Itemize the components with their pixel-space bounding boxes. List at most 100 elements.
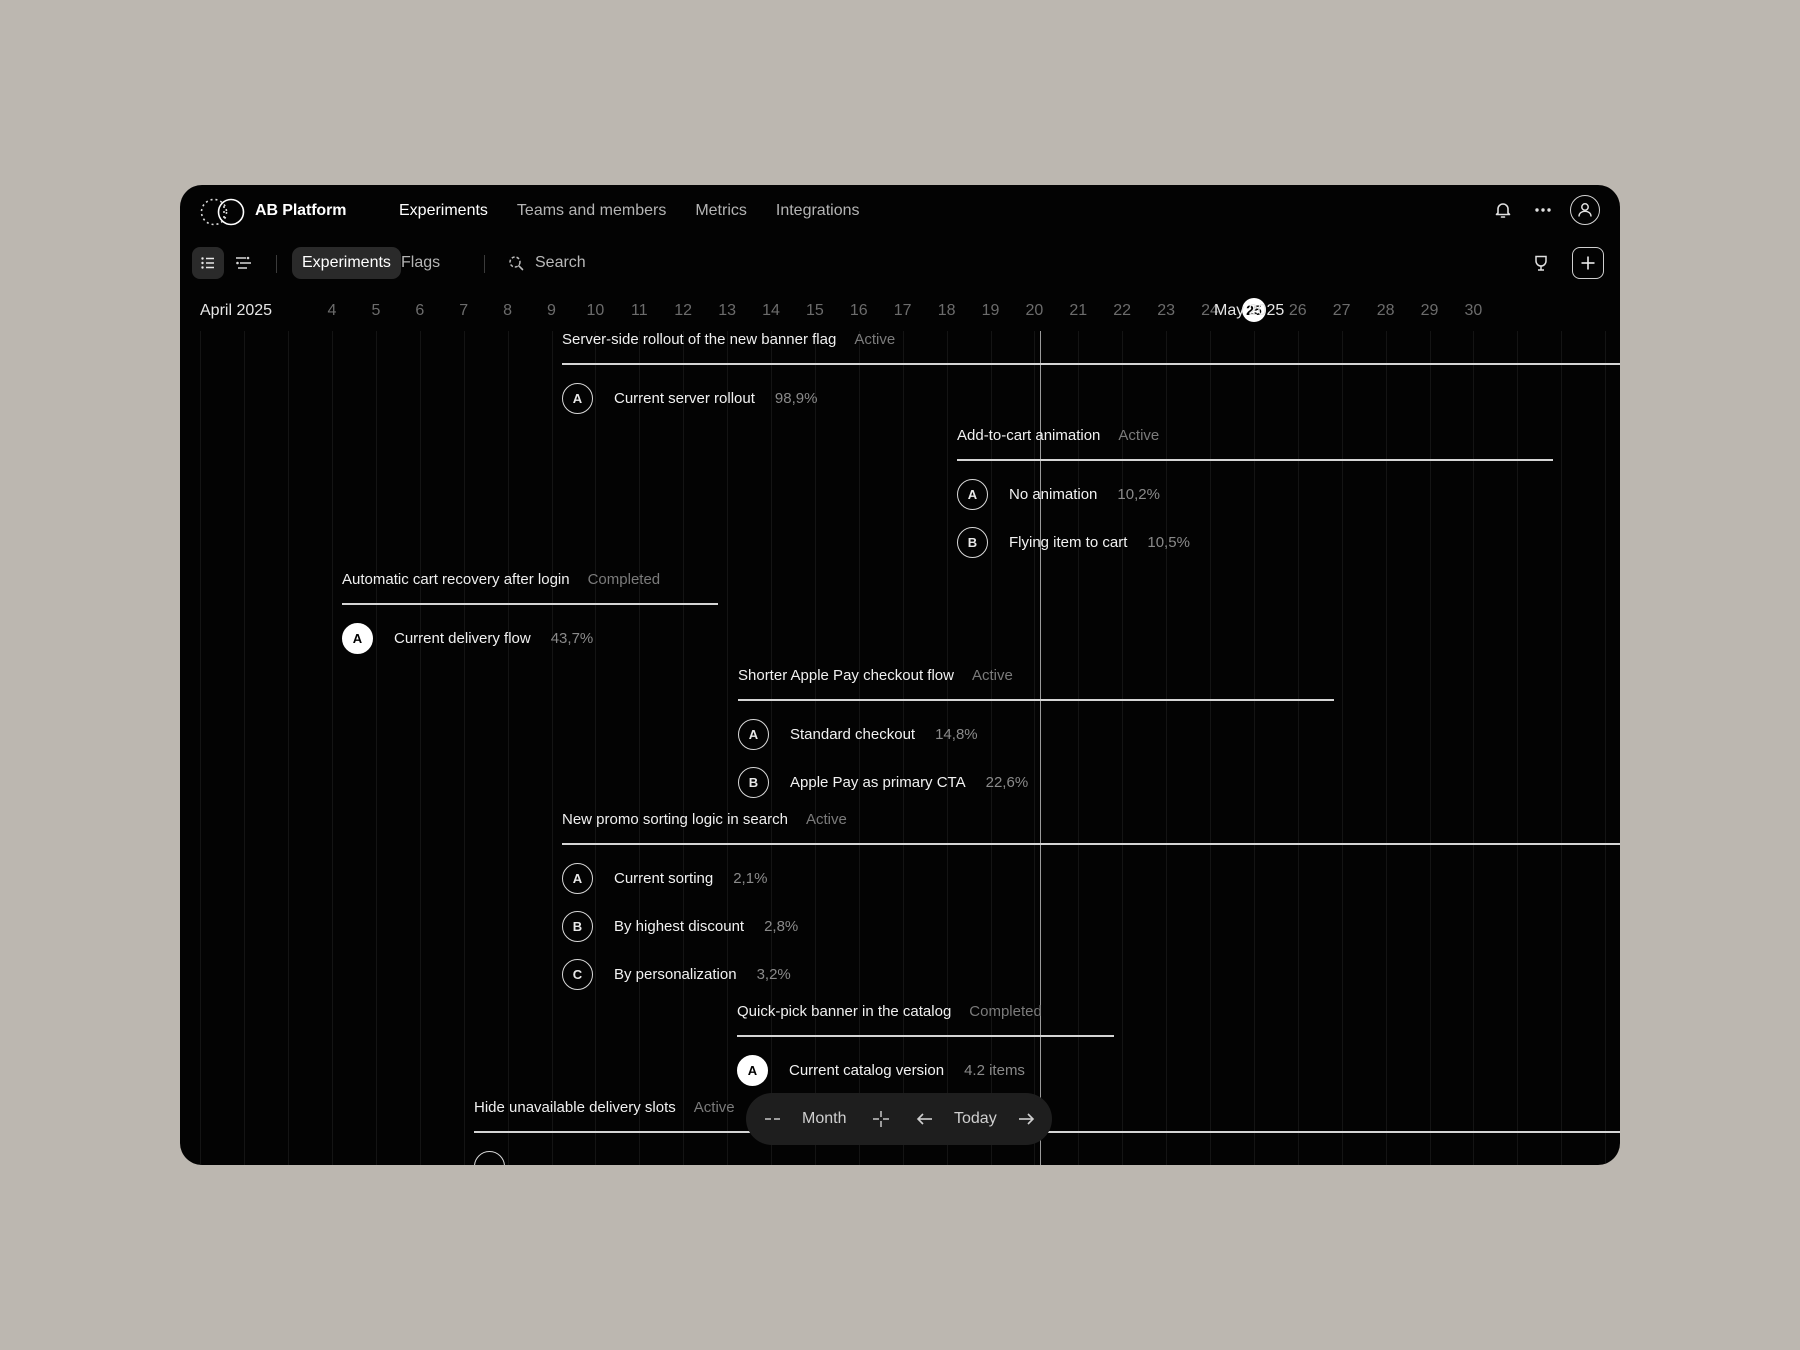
more-button[interactable]	[1530, 197, 1556, 223]
nav-integrations[interactable]: Integrations	[776, 202, 860, 220]
experiment-row[interactable]: Server-side rollout of the new banner fl…	[562, 329, 1620, 414]
timeline-icon	[236, 256, 251, 269]
nav-experiments[interactable]: Experiments	[399, 202, 488, 220]
toolbar-actions	[1528, 247, 1604, 279]
day-label[interactable]: 4	[314, 302, 350, 320]
day-label[interactable]: 30	[1455, 302, 1491, 320]
user-avatar[interactable]	[1570, 195, 1600, 225]
nav-teams-and-members[interactable]: Teams and members	[517, 202, 666, 220]
variant-row[interactable]: A Current catalog version 4.2 items	[737, 1046, 1025, 1094]
grid-line	[375, 331, 377, 1165]
trophy-button[interactable]	[1528, 250, 1554, 276]
day-label[interactable]: 9	[534, 302, 570, 320]
experiment-title[interactable]: Add-to-cart animation	[957, 427, 1100, 444]
day-label[interactable]: 13	[709, 302, 745, 320]
variant-row[interactable]: A No animation 10,2%	[957, 470, 1190, 518]
day-label[interactable]: 16	[841, 302, 877, 320]
variant-badge: A	[562, 382, 593, 414]
notifications-button[interactable]	[1490, 197, 1516, 223]
variant-value: 10,5%	[1147, 533, 1190, 551]
day-label[interactable]: 23	[1148, 302, 1184, 320]
variant-row[interactable]: B Apple Pay as primary CTA 22,6%	[738, 758, 1028, 806]
day-label[interactable]: 18	[929, 302, 965, 320]
day-label[interactable]: 5	[358, 302, 394, 320]
variant-row[interactable]: A Current sorting 2,1%	[562, 854, 798, 902]
day-label[interactable]: 19	[973, 302, 1009, 320]
main-nav: Experiments Teams and members Metrics In…	[399, 202, 859, 220]
experiment-row[interactable]: Add-to-cart animation Active A No animat…	[957, 425, 1553, 558]
day-label[interactable]: 29	[1412, 302, 1448, 320]
segment-experiments[interactable]: Experiments	[292, 247, 401, 279]
experiment-row[interactable]: New promo sorting logic in search Active…	[562, 809, 1620, 990]
variant-badge: A	[738, 718, 769, 750]
day-label[interactable]: 28	[1368, 302, 1404, 320]
trophy-icon	[1535, 255, 1547, 271]
bell-icon	[1495, 203, 1511, 218]
day-label[interactable]: 21	[1060, 302, 1096, 320]
experiment-title[interactable]: Quick-pick banner in the catalog	[737, 1003, 951, 1020]
experiment-row[interactable]: Hide unavailable delivery slots Active	[474, 1097, 1620, 1165]
experiment-title[interactable]: New promo sorting logic in search	[562, 811, 788, 828]
experiment-row[interactable]: Quick-pick banner in the catalog Complet…	[737, 1001, 1114, 1086]
grid-line	[595, 331, 597, 1165]
experiment-title[interactable]: Hide unavailable delivery slots	[474, 1099, 676, 1116]
day-label[interactable]: 8	[490, 302, 526, 320]
variant-row[interactable]: A Standard checkout 14,8%	[738, 710, 1028, 758]
day-label[interactable]: 7	[446, 302, 482, 320]
timeline-view-button[interactable]	[228, 247, 260, 279]
experiment-title[interactable]: Shorter Apple Pay checkout flow	[738, 667, 954, 684]
grid-line	[1561, 331, 1563, 1165]
zoom-in-button[interactable]	[872, 1093, 890, 1145]
grid-line	[727, 331, 729, 1165]
segment-flags[interactable]: Flags	[391, 247, 450, 279]
day-label[interactable]: 6	[402, 302, 438, 320]
zoom-out-button[interactable]	[764, 1093, 782, 1145]
grid-line	[332, 331, 333, 1165]
variant-row[interactable]: C By personalization 3,2%	[562, 950, 798, 998]
day-label[interactable]: 15	[797, 302, 833, 320]
day-label[interactable]: 22	[1104, 302, 1140, 320]
variant-value: 4.2 items	[964, 1061, 1025, 1079]
variant-row[interactable]: A Current delivery flow 43,7%	[342, 614, 593, 662]
experiment-row[interactable]: Shorter Apple Pay checkout flow Active A…	[738, 665, 1334, 798]
previous-period-button[interactable]	[916, 1093, 934, 1145]
day-label[interactable]: 14	[753, 302, 789, 320]
variant-name: Current delivery flow	[394, 629, 531, 647]
logo-icon	[200, 198, 245, 226]
arrow-right-icon	[1019, 1113, 1035, 1125]
minus-icon	[765, 1118, 780, 1120]
app-brand[interactable]: AB Platform	[255, 202, 346, 220]
variant-row[interactable]: B By highest discount 2,8%	[562, 902, 798, 950]
add-experiment-button[interactable]	[1572, 247, 1604, 279]
day-label[interactable]: 26	[1280, 302, 1316, 320]
more-icon	[1535, 208, 1551, 212]
search-label: Search	[535, 254, 586, 271]
day-label[interactable]: 27	[1324, 302, 1360, 320]
variant-value: 98,9%	[774, 389, 818, 407]
next-period-button[interactable]	[1017, 1093, 1035, 1145]
experiment-title[interactable]: Server-side rollout of the new banner fl…	[562, 331, 836, 348]
grid-line	[639, 331, 641, 1165]
list-view-button[interactable]	[192, 247, 224, 279]
toolbar-divider	[276, 255, 277, 273]
experiment-duration-bar	[957, 459, 1553, 461]
experiment-title[interactable]: Automatic cart recovery after login	[342, 571, 570, 588]
zoom-level-label[interactable]: Month	[802, 1093, 846, 1145]
day-label[interactable]: 20	[1016, 302, 1052, 320]
variant-row[interactable]	[474, 1142, 505, 1165]
list-icon	[201, 257, 214, 269]
day-label[interactable]: 12	[665, 302, 701, 320]
variant-row[interactable]: A Current server rollout 98,9%	[562, 374, 817, 422]
search-field[interactable]: Search	[508, 247, 586, 279]
today-button[interactable]: Today	[954, 1093, 997, 1145]
grid-line	[1166, 331, 1168, 1165]
nav-metrics[interactable]: Metrics	[695, 202, 747, 220]
day-label[interactable]: 17	[885, 302, 921, 320]
variant-badge: B	[957, 526, 988, 558]
experiment-row[interactable]: Automatic cart recovery after login Comp…	[342, 569, 718, 654]
plus-icon	[873, 1111, 889, 1127]
day-label[interactable]: 10	[577, 302, 613, 320]
variant-row[interactable]: B Flying item to cart 10,5%	[957, 518, 1190, 566]
variant-value: 2,8%	[764, 917, 799, 935]
day-label[interactable]: 11	[621, 302, 657, 320]
